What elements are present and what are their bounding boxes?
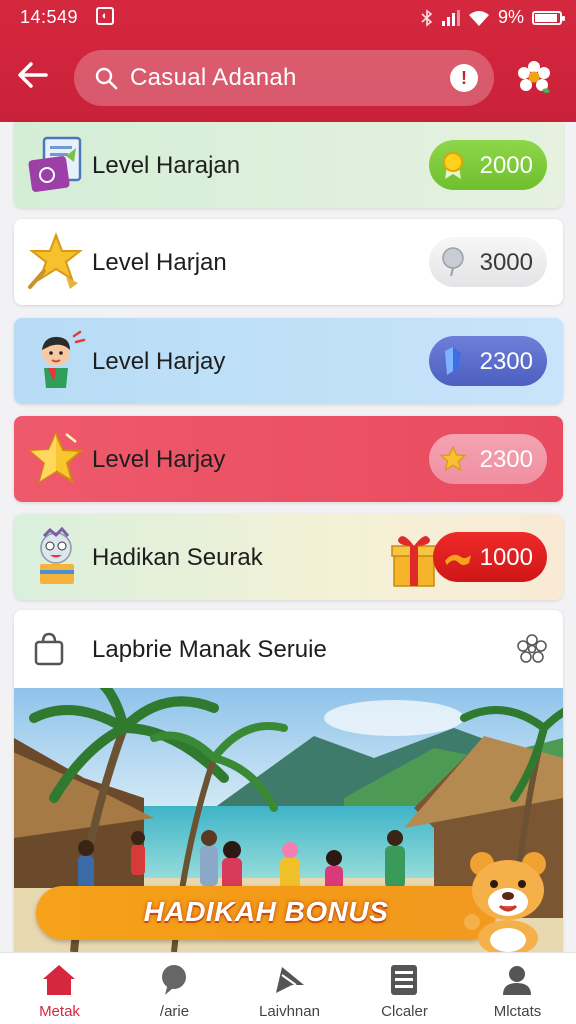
battery-text: 9% — [497, 7, 524, 27]
status-bar: 14:549 ◐ 9% — [0, 0, 576, 34]
reward-value: 2300 — [479, 446, 533, 473]
reward-value: 2300 — [479, 348, 533, 375]
nav-label: /arie — [159, 1003, 190, 1020]
bonus-header: Lapbrie Manak Seruie — [14, 610, 563, 688]
character-icon — [42, 330, 86, 388]
ticket-icon — [445, 554, 471, 565]
level-card[interactable]: Level Harjan 3000 — [14, 219, 563, 305]
bonus-banner-text: HADIKAH BONUS — [143, 896, 389, 927]
gift-box-icon — [391, 536, 437, 587]
mascot-icon — [40, 526, 74, 584]
level-card[interactable]: Hadikan Seurak 1000 — [14, 514, 563, 600]
flower-icon[interactable] — [515, 632, 549, 666]
level-label: Hadikan Seurak — [92, 544, 263, 571]
home-icon — [43, 965, 75, 995]
nav-item-profile[interactable]: Mlctats — [460, 953, 575, 1024]
reward-value: 3000 — [479, 249, 533, 276]
bonus-section[interactable]: Lapbrie Manak Seruie HADIKAH BONUS — [14, 610, 563, 952]
level-card[interactable]: Level Harjay 2300 — [14, 318, 563, 404]
status-time: 14:549 — [20, 7, 79, 27]
level-card[interactable]: Level Harajan 2000 — [14, 122, 563, 208]
reward-value: 1000 — [479, 544, 533, 571]
list-icon — [391, 965, 417, 995]
bottom-nav: Metak /arie Laivhnan Clcaler Mlctats — [0, 952, 576, 1024]
gold-star-icon — [28, 431, 84, 484]
profile-icon — [503, 966, 531, 995]
bear-mascot-icon — [464, 852, 546, 952]
wifi-icon — [468, 10, 489, 26]
level-card[interactable]: Level Harjay 2300 — [14, 416, 563, 502]
nav-label: Metak — [39, 1003, 80, 1020]
search-input[interactable]: Casual Adanah — [130, 64, 297, 92]
nav-item-pointer[interactable]: Laivhnan — [232, 953, 347, 1024]
level-label: Level Harjay — [92, 446, 226, 473]
app-header: 14:549 ◐ 9% Casual Adanah ! — [0, 0, 576, 122]
status-right: 9% — [420, 7, 565, 28]
battery-icon — [532, 10, 565, 25]
nav-item-home[interactable]: Metak — [2, 953, 117, 1024]
arrow-left-icon — [18, 62, 48, 88]
nav-item-list[interactable]: Clcaler — [347, 953, 462, 1024]
back-button[interactable] — [16, 60, 56, 100]
nav-label: Mlctats — [493, 1003, 542, 1020]
reward-value: 2000 — [479, 152, 533, 179]
alert-icon[interactable]: ! — [450, 64, 478, 92]
search-icon — [95, 67, 118, 90]
settings-flower-icon[interactable] — [514, 58, 554, 98]
sim-icon: ◐ — [96, 7, 114, 25]
level-label: Level Harjan — [92, 249, 227, 276]
reward-pill[interactable]: 2300 — [429, 434, 547, 484]
reward-pill[interactable]: 1000 — [433, 532, 547, 582]
star-icon — [439, 445, 467, 472]
reward-pill[interactable]: 2000 — [429, 140, 547, 190]
bonus-banner-button[interactable]: HADIKAH BONUS — [36, 886, 496, 940]
level-label: Level Harajan — [92, 152, 241, 179]
star-wand-icon — [28, 232, 83, 289]
silver-balloon-icon — [442, 247, 464, 277]
pointer-icon — [276, 967, 304, 993]
document-icon — [28, 136, 82, 192]
reward-pill[interactable]: 3000 — [429, 237, 547, 287]
signal-icon — [441, 9, 460, 26]
chat-icon — [162, 965, 186, 995]
nav-item-chat[interactable]: /arie — [117, 953, 232, 1024]
search-bar[interactable]: Casual Adanah ! — [74, 50, 494, 106]
reward-pill[interactable]: 2300 — [429, 336, 547, 386]
level-label: Level Harjay — [92, 348, 226, 375]
blue-gem-icon — [445, 347, 461, 375]
shopping-bag-icon — [34, 632, 64, 666]
nav-label: Laivhnan — [259, 1003, 320, 1020]
gold-medal-icon — [443, 152, 463, 179]
nav-label: Clcaler — [381, 1003, 428, 1020]
bonus-title: Lapbrie Manak Seruie — [92, 636, 327, 663]
bluetooth-icon — [421, 8, 433, 27]
